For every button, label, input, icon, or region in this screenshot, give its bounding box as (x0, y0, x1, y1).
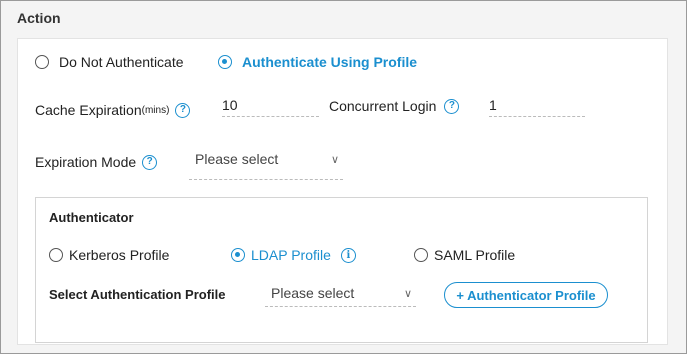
action-section: Action Do Not Authenticate Authenticate … (0, 0, 687, 354)
info-circle-icon[interactable]: i (340, 247, 356, 263)
radio-circle-icon[interactable] (414, 248, 428, 262)
radio-label: Authenticate Using Profile (242, 54, 418, 70)
radio-selected-icon[interactable] (218, 55, 232, 69)
authenticator-title: Authenticator (49, 210, 134, 225)
concurrent-login-input[interactable]: 1 (489, 97, 585, 117)
radio-label: Do Not Authenticate (59, 54, 184, 70)
auth-profile-select[interactable]: Please select ∨ (265, 285, 416, 307)
cache-expiration-input[interactable]: 10 (222, 97, 319, 117)
cache-expiration-label-group: Cache Expiration (mins) ? (35, 102, 191, 118)
radio-label: SAML Profile (434, 247, 516, 263)
radio-do-not-authenticate[interactable]: Do Not Authenticate (35, 54, 184, 70)
radio-selected-icon[interactable] (231, 248, 245, 262)
radio-label: LDAP Profile (251, 247, 331, 263)
action-panel: Do Not Authenticate Authenticate Using P… (17, 38, 668, 345)
authenticator-panel: Authenticator Kerberos Profile LDAP Prof… (35, 197, 648, 343)
authenticator-options-2: LDAP Profile i (231, 247, 356, 263)
radio-label: Kerberos Profile (69, 247, 170, 263)
auth-mode-group-2: Authenticate Using Profile (218, 54, 417, 70)
authenticator-options-3: SAML Profile (414, 247, 515, 263)
concurrent-login-label-group: Concurrent Login ? (329, 98, 460, 114)
expiration-mode-select[interactable]: Please select ∨ (189, 151, 343, 180)
section-title: Action (17, 10, 61, 26)
question-circle-icon[interactable]: ? (444, 98, 460, 114)
radio-saml-profile[interactable]: SAML Profile (414, 247, 515, 263)
radio-kerberos-profile[interactable]: Kerberos Profile (49, 247, 169, 263)
question-circle-icon[interactable]: ? (175, 102, 191, 118)
chevron-down-icon: ∨ (330, 154, 339, 166)
chevron-down-icon: ∨ (403, 288, 412, 300)
concurrent-login-label: Concurrent Login (329, 98, 437, 114)
expiration-mode-label: Expiration Mode (35, 154, 137, 170)
radio-circle-icon[interactable] (49, 248, 63, 262)
cache-expiration-label: Cache Expiration (35, 102, 142, 118)
select-placeholder: Please select (195, 151, 279, 167)
radio-authenticate-using-profile[interactable]: Authenticate Using Profile (218, 54, 417, 70)
auth-mode-group: Do Not Authenticate (35, 54, 184, 70)
cache-expiration-unit: (mins) (141, 104, 170, 116)
question-circle-icon[interactable]: ? (142, 154, 158, 170)
select-auth-profile-label: Select Authentication Profile (49, 287, 226, 302)
radio-circle-icon[interactable] (35, 55, 49, 69)
add-authenticator-profile-button[interactable]: + Authenticator Profile (444, 282, 608, 308)
radio-ldap-profile[interactable]: LDAP Profile i (231, 247, 356, 263)
select-placeholder: Please select (271, 285, 355, 301)
expiration-mode-label-group: Expiration Mode ? (35, 154, 158, 170)
authenticator-options: Kerberos Profile (49, 247, 169, 263)
